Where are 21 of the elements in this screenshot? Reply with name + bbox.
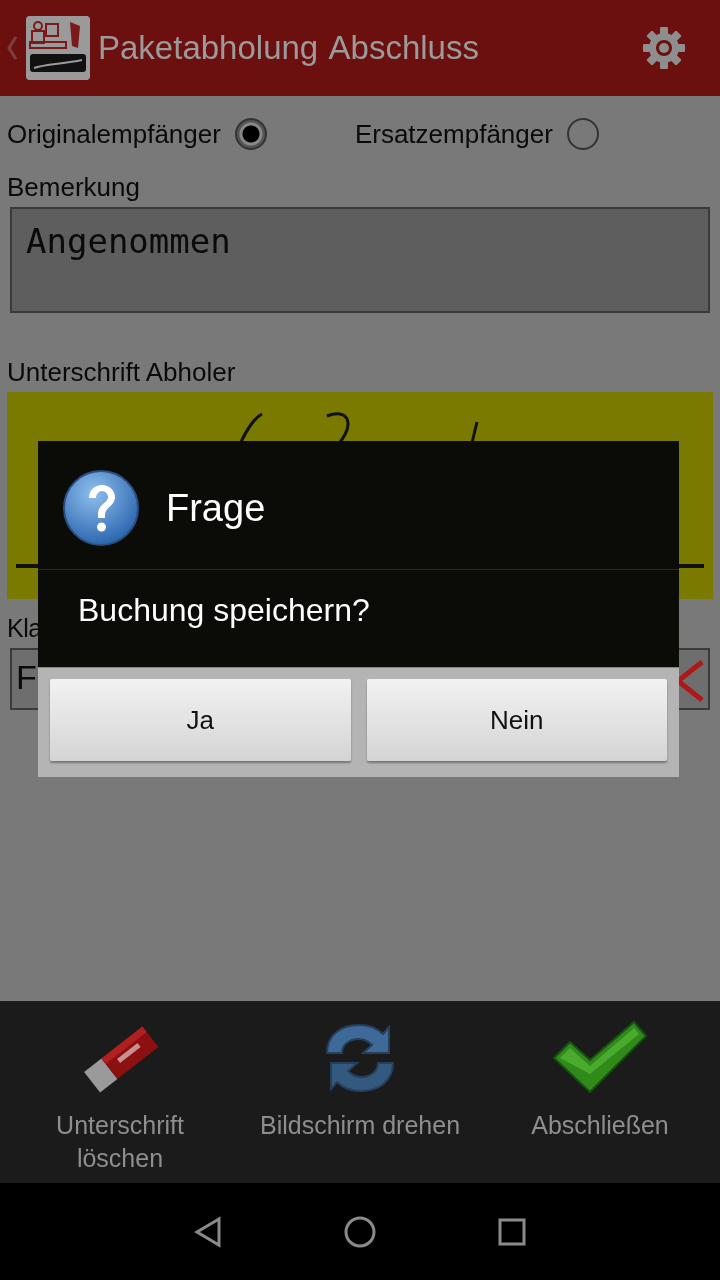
no-button[interactable]: Nein: [366, 679, 667, 761]
action-label[interactable]: Unterschrift löschen: [25, 1109, 215, 1175]
remark-field[interactable]: Angenommen: [10, 207, 710, 313]
action-label[interactable]: Abschließen: [531, 1109, 669, 1142]
back-icon[interactable]: [194, 1215, 222, 1248]
radio-label: Ersatzempfänger: [354, 118, 553, 150]
field-label: Unterschrift Abholer: [6, 357, 237, 388]
screen-title: Paketabholung Abschluss: [98, 29, 480, 67]
recents-icon[interactable]: [498, 1217, 526, 1246]
field-label: Bemerkung: [6, 172, 141, 203]
radio-button[interactable]: [566, 118, 599, 150]
home-icon[interactable]: [344, 1215, 376, 1248]
settings-icon[interactable]: [642, 26, 686, 70]
radio-button[interactable]: [234, 118, 267, 150]
app-logo: [26, 16, 90, 80]
dialog-message: Buchung speichern?: [78, 592, 370, 628]
radio-label: Originalempfänger: [7, 118, 221, 150]
yes-button[interactable]: Ja: [50, 679, 351, 761]
action-label[interactable]: Bildschirm drehen: [259, 1109, 461, 1142]
dialog-title: Frage: [166, 486, 266, 530]
question-icon: [62, 469, 140, 547]
